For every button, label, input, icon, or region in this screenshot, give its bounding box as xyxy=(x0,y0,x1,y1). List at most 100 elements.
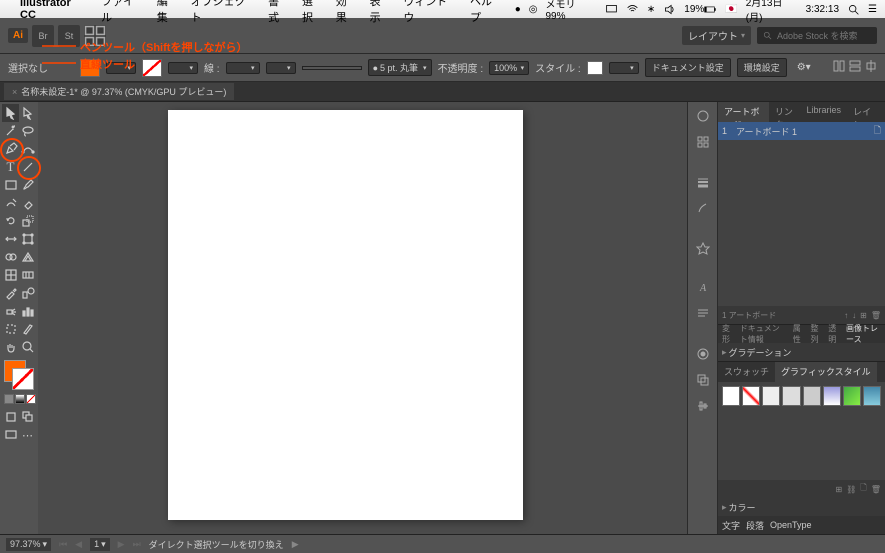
draw-behind-button[interactable] xyxy=(19,408,36,426)
zoom-tool[interactable] xyxy=(19,338,36,356)
artboard-list-item[interactable]: 1 アートボード 1 🗋 xyxy=(718,122,885,140)
move-up-icon[interactable]: ↑ xyxy=(844,311,848,320)
bridge-button[interactable]: Br xyxy=(32,25,54,47)
character-panel-icon[interactable]: A xyxy=(691,278,715,298)
align-panel-icon[interactable] xyxy=(691,396,715,416)
symbol-sprayer-tool[interactable] xyxy=(2,302,19,320)
artboard-options-icon[interactable]: 🗋 xyxy=(874,123,881,139)
arrange-docs-button[interactable] xyxy=(84,25,106,47)
pen-tool[interactable] xyxy=(2,140,19,158)
selection-tool[interactable] xyxy=(2,104,19,122)
edit-toolbar-button[interactable]: ⋯ xyxy=(19,426,36,444)
menu-select[interactable]: 選択 xyxy=(302,0,324,25)
free-transform-tool[interactable] xyxy=(19,230,36,248)
style-swatch-7[interactable] xyxy=(843,386,861,406)
pathfinder-panel-icon[interactable] xyxy=(691,370,715,390)
gradient-accordion[interactable]: グラデーション xyxy=(718,343,885,361)
close-tab-icon[interactable]: × xyxy=(12,87,17,97)
style-swatch-8[interactable] xyxy=(863,386,881,406)
menu-object[interactable]: オブジェクト xyxy=(191,0,256,25)
brushes-panel-icon[interactable] xyxy=(691,198,715,218)
delete-style-icon[interactable]: 🗑 xyxy=(871,485,881,494)
fill-menu[interactable] xyxy=(106,62,136,74)
gradient-mode-button[interactable] xyxy=(15,394,25,404)
tab-character[interactable]: 文字 xyxy=(722,519,740,532)
column-graph-tool[interactable] xyxy=(19,302,36,320)
hand-tool[interactable] xyxy=(2,338,19,356)
styles-menu-icon[interactable]: ⊞ xyxy=(836,485,843,494)
shape-builder-tool[interactable] xyxy=(2,248,19,266)
style-swatch-3[interactable] xyxy=(762,386,780,406)
menu-edit[interactable]: 編集 xyxy=(157,0,179,25)
document-settings-button[interactable]: ドキュメント設定 xyxy=(645,58,731,77)
shaper-tool[interactable] xyxy=(2,194,19,212)
adobe-stock-search[interactable]: Adobe Stock を検索 xyxy=(757,27,877,44)
style-swatch-1[interactable] xyxy=(722,386,740,406)
input-source-icon[interactable]: 🇯🇵 xyxy=(725,4,737,15)
menu-file[interactable]: ファイル xyxy=(101,0,145,25)
canvas[interactable] xyxy=(38,102,687,534)
tab-paragraph[interactable]: 段落 xyxy=(746,519,764,532)
move-down-icon[interactable]: ↓ xyxy=(852,311,856,320)
fill-swatch[interactable] xyxy=(80,59,100,77)
tab-libraries[interactable]: Libraries xyxy=(801,102,848,122)
artboard-1[interactable] xyxy=(168,110,523,520)
delete-artboard-icon[interactable]: 🗑 xyxy=(871,311,881,320)
paragraph-panel-icon[interactable] xyxy=(691,304,715,324)
fill-stroke-indicator[interactable] xyxy=(4,360,36,392)
lasso-tool[interactable] xyxy=(19,122,36,140)
screen-mode-button[interactable] xyxy=(2,426,19,444)
stroke-menu[interactable] xyxy=(168,62,198,74)
battery-indicator[interactable]: 19% xyxy=(684,3,717,16)
artboard-nav-select[interactable]: 1 ▾ xyxy=(90,538,110,551)
nav-prev-icon[interactable]: ◀ xyxy=(75,539,82,550)
direct-selection-tool[interactable] xyxy=(19,104,36,122)
perspective-grid-tool[interactable] xyxy=(19,248,36,266)
style-swatch[interactable] xyxy=(587,61,603,75)
tab-swatches[interactable]: スウォッチ xyxy=(718,362,775,382)
nav-last-icon[interactable]: ⏭ xyxy=(133,539,141,550)
align-icon-3[interactable] xyxy=(865,60,877,75)
stroke-swatch[interactable] xyxy=(142,59,162,77)
style-swatch-6[interactable] xyxy=(823,386,841,406)
line-segment-tool[interactable] xyxy=(19,158,36,176)
none-mode-button[interactable] xyxy=(26,394,36,404)
preferences-button[interactable]: 環境設定 xyxy=(737,58,787,77)
style-swatch-2[interactable] xyxy=(742,386,760,406)
style-swatch-4[interactable] xyxy=(782,386,800,406)
menu-type[interactable]: 書式 xyxy=(268,0,290,25)
appearance-panel-icon[interactable] xyxy=(691,344,715,364)
color-panel-icon[interactable] xyxy=(691,106,715,126)
brush-preview[interactable] xyxy=(302,66,362,70)
time[interactable]: 3:32:13 xyxy=(806,4,839,15)
wifi-icon[interactable] xyxy=(626,3,639,16)
color-mode-button[interactable] xyxy=(4,394,14,404)
menu-help[interactable]: ヘルプ xyxy=(470,0,503,25)
style-swatch-5[interactable] xyxy=(803,386,821,406)
stock-button[interactable]: St xyxy=(58,25,80,47)
eraser-tool[interactable] xyxy=(19,194,36,212)
scale-tool[interactable] xyxy=(19,212,36,230)
tab-links[interactable]: リンク xyxy=(769,102,801,122)
color-accordion[interactable]: カラー xyxy=(718,498,885,516)
tab-artboards[interactable]: アートボード xyxy=(718,102,769,122)
menu-window[interactable]: ウィンドウ xyxy=(403,0,458,25)
style-menu[interactable] xyxy=(609,62,639,74)
brush-select[interactable]: ● 5 pt. 丸筆 xyxy=(368,59,432,76)
nav-next-icon[interactable]: ▶ xyxy=(118,539,125,550)
stroke-weight-select[interactable] xyxy=(226,62,260,74)
app-name[interactable]: Illustrator CC xyxy=(20,0,89,21)
align-icon-2[interactable] xyxy=(849,60,861,75)
ai-home-button[interactable]: Ai xyxy=(8,28,28,43)
gradient-tool[interactable] xyxy=(19,266,36,284)
symbols-panel-icon[interactable] xyxy=(691,238,715,258)
blend-tool[interactable] xyxy=(19,284,36,302)
workspace-switcher[interactable]: レイアウト xyxy=(682,26,751,45)
mesh-tool[interactable] xyxy=(2,266,19,284)
zoom-select[interactable]: 97.37% ▾ xyxy=(6,538,51,551)
bluetooth-icon[interactable]: ∗ xyxy=(647,4,655,15)
prefs-icon[interactable]: ⚙▾ xyxy=(797,62,811,73)
tab-layers[interactable]: レイヤー xyxy=(847,102,885,122)
document-tab[interactable]: × 名称未設定-1* @ 97.37% (CMYK/GPU プレビュー) xyxy=(4,83,234,100)
tab-graphic-styles[interactable]: グラフィックスタイル xyxy=(775,362,877,382)
